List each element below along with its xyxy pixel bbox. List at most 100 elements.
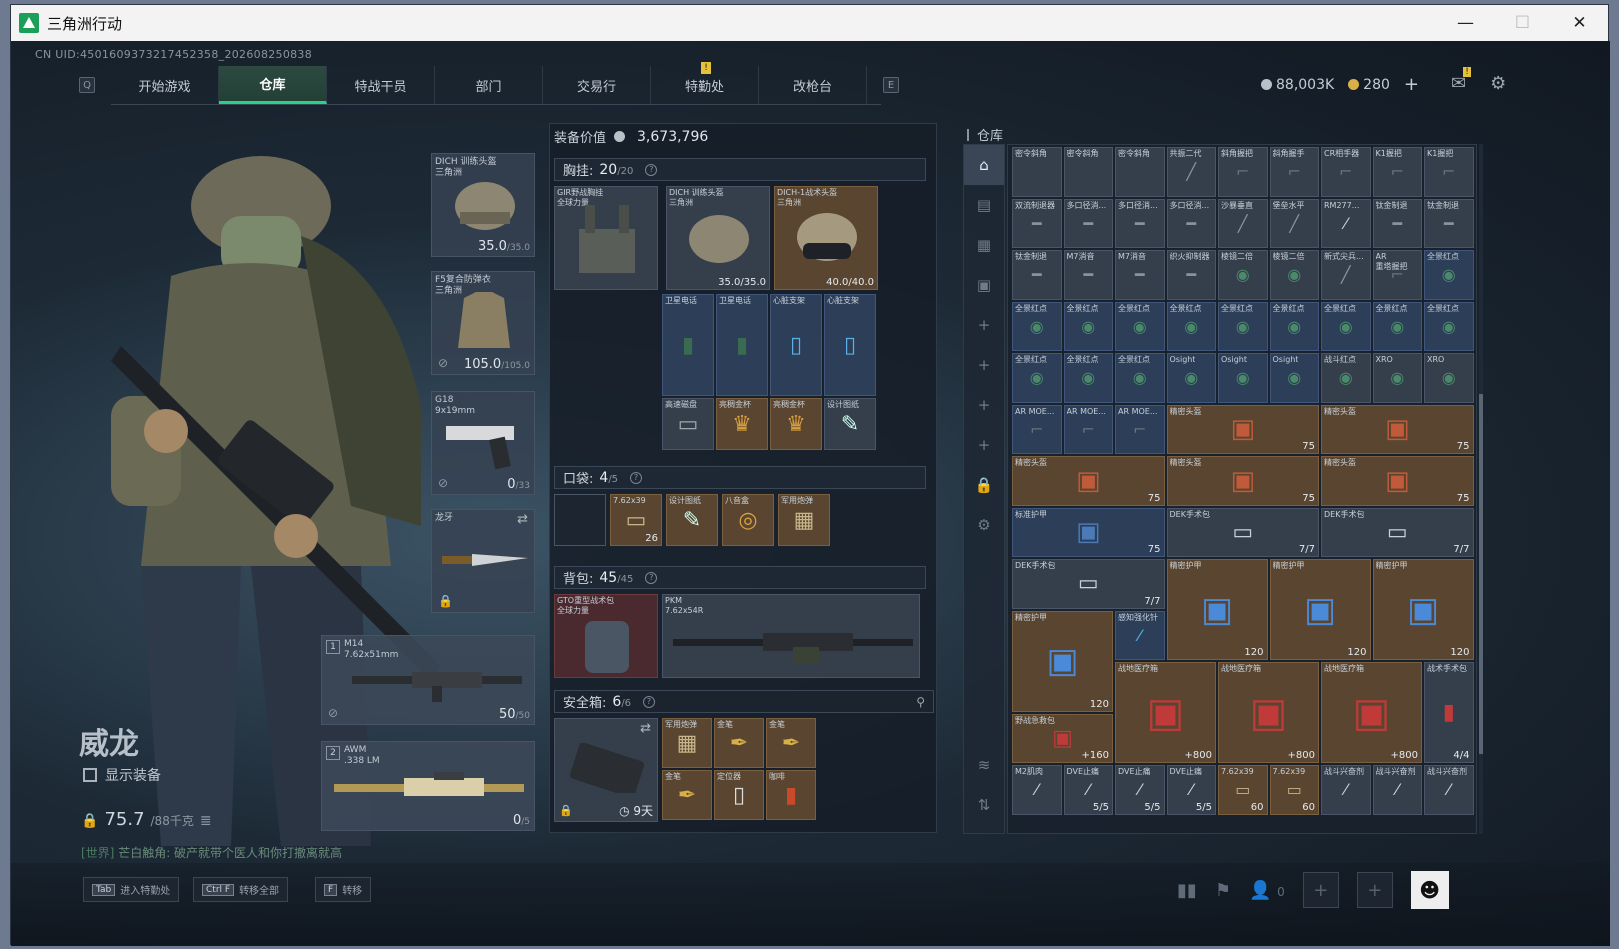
- safebox-header[interactable]: 安全箱: 6/6 ? ⚲: [554, 690, 934, 713]
- warehouse-item[interactable]: RM277... ⁄: [1321, 198, 1371, 248]
- tab-operators[interactable]: 特战干员: [327, 66, 435, 104]
- warehouse-item[interactable]: 全景红点 ◉: [1218, 301, 1268, 351]
- warehouse-item[interactable]: 全景红点 ◉: [1269, 301, 1319, 351]
- nav-prev-key[interactable]: Q: [79, 77, 95, 93]
- chest-rig-item[interactable]: GIR野战胸挂 全球力量: [554, 186, 658, 290]
- grid-icon[interactable]: ▦: [964, 225, 1004, 265]
- chest-sub-item[interactable]: 亮稠金杯 ♛: [716, 398, 768, 450]
- warehouse-item[interactable]: DVE止痛 ⁄ 5/5: [1115, 765, 1165, 815]
- pocket-header[interactable]: 口袋: 4/5 ?: [554, 466, 926, 489]
- warehouse-item[interactable]: 双流制退器 ━: [1012, 198, 1062, 248]
- chest-sub-item[interactable]: 高速磁盘 ▭: [662, 398, 714, 450]
- safebox-slot-item[interactable]: 金笔 ✒: [766, 718, 816, 768]
- warehouse-item[interactable]: K1握把 ⌐: [1372, 147, 1422, 197]
- backpack-header[interactable]: 背包: 45/45 ?: [554, 566, 926, 589]
- swap-icon[interactable]: ⇄: [517, 512, 528, 527]
- warehouse-item[interactable]: XRO ◉: [1424, 353, 1474, 403]
- help-icon[interactable]: ?: [643, 695, 656, 708]
- minimize-button[interactable]: —: [1437, 5, 1494, 41]
- warehouse-item[interactable]: 棱镜二倍 ◉: [1218, 250, 1268, 300]
- expand-plus-icon[interactable]: +: [964, 305, 1004, 345]
- warehouse-item[interactable]: 多口径消... ━: [1166, 198, 1216, 248]
- warehouse-item[interactable]: AR MOE... ⌐: [1012, 404, 1062, 454]
- warehouse-item[interactable]: AR MOE... ⌐: [1115, 404, 1165, 454]
- mail-icon[interactable]: ✉!: [1451, 67, 1471, 94]
- warehouse-item[interactable]: Osight ◉: [1269, 353, 1319, 403]
- precision-helmet-item[interactable]: 精密头盔 ▣ 75: [1321, 404, 1474, 454]
- warehouse-item[interactable]: 密令斜角: [1115, 147, 1165, 197]
- tab-special-ops[interactable]: 特勤处!: [651, 62, 759, 104]
- armor-slot[interactable]: F5复合防弹衣 三角洲 ⊘ 105.0/105.0: [431, 271, 535, 375]
- tab-start-game[interactable]: 开始游戏: [111, 66, 219, 104]
- safebox-slot-item[interactable]: 定位器 ▯: [714, 770, 764, 820]
- tab-warehouse[interactable]: 仓库: [219, 66, 327, 104]
- pocket-item[interactable]: 八音盒 ◎: [722, 494, 774, 546]
- chest-sub-item[interactable]: 亮稠金杯 ♛: [770, 398, 822, 450]
- pocket-item[interactable]: 军用炮弹 ▦: [778, 494, 830, 546]
- stats-icon[interactable]: ▮▮: [1177, 880, 1197, 901]
- pistol-slot[interactable]: G18 9x19mm ⊘ 0/33: [431, 391, 535, 495]
- warehouse-item[interactable]: 多口径消... ━: [1063, 198, 1113, 248]
- warehouse-item[interactable]: 战斗红点 ◉: [1321, 353, 1371, 403]
- safebox-slot-item[interactable]: 咖啡 ▮: [766, 770, 816, 820]
- flag-icon[interactable]: ⚑: [1215, 880, 1231, 901]
- warehouse-item[interactable]: 堡垒水平 ╱: [1269, 198, 1319, 248]
- helmet-item[interactable]: DICH-1战术头盔 三角洲 40.0/40.0: [774, 186, 878, 290]
- warehouse-item[interactable]: CR相手器 ⌐: [1321, 147, 1371, 197]
- warehouse-item[interactable]: AR MOE... ⌐: [1063, 404, 1113, 454]
- show-gear-checkbox[interactable]: [83, 768, 97, 782]
- help-icon[interactable]: ?: [645, 571, 658, 584]
- warehouse-item[interactable]: 钛金制退 ━: [1424, 198, 1474, 248]
- avatar[interactable]: ☻: [1410, 871, 1449, 909]
- precision-helmet-item[interactable]: 精密头盔 ▣ 75: [1166, 456, 1319, 506]
- warehouse-item[interactable]: 斜角握把 ⌐: [1218, 147, 1268, 197]
- medkit-item[interactable]: 战地医疗箱 ▣ +800: [1218, 662, 1319, 763]
- warehouse-item[interactable]: DVE止痛 ⁄ 5/5: [1166, 765, 1216, 815]
- safebox-item[interactable]: ⇄ 🔒 ◷ 9天: [554, 718, 658, 822]
- add-teammate-button[interactable]: +: [1302, 872, 1339, 908]
- list-icon[interactable]: ≣: [200, 813, 212, 829]
- expand-plus-icon[interactable]: +: [964, 425, 1004, 465]
- warehouse-item[interactable]: 7.62x39 ▭ 60: [1218, 765, 1268, 815]
- warehouse-item[interactable]: M7消音 ━: [1115, 250, 1165, 300]
- helmet-item[interactable]: DICH 训练头盔 三角洲 35.0/35.0: [666, 186, 770, 290]
- chest-sub-item[interactable]: 设计图纸 ✎: [824, 398, 876, 450]
- surgery-kit-item[interactable]: DEK手术包 ▭ 7/7: [1321, 507, 1474, 557]
- warehouse-item[interactable]: AR 重塔握把 ⌐: [1372, 250, 1422, 300]
- surgery-kit-item[interactable]: DEK手术包 ▭ 7/7: [1166, 507, 1319, 557]
- chat-line[interactable]: [世界] 芒白触角: 破产就带个医人和你打撤离就高: [81, 844, 342, 861]
- help-icon[interactable]: ?: [630, 471, 643, 484]
- add-teammate-button[interactable]: +: [1356, 872, 1393, 908]
- pocket-item[interactable]: [554, 494, 606, 546]
- safebox-slot-item[interactable]: 金笔 ✒: [662, 770, 712, 820]
- warehouse-item[interactable]: 战斗兴奋剂 ⁄: [1321, 765, 1371, 815]
- precision-armor-item[interactable]: 精密护甲 ▣ 120: [1012, 610, 1113, 712]
- warehouse-item[interactable]: 密令斜角: [1012, 147, 1062, 197]
- tactical-kit-item[interactable]: 战术手术包 ▮ 4/4: [1424, 662, 1474, 763]
- warehouse-item[interactable]: 全景红点 ◉: [1063, 301, 1113, 351]
- warehouse-item[interactable]: M2肌肉 ⁄: [1012, 765, 1062, 815]
- warehouse-item[interactable]: M7消音 ━: [1063, 250, 1113, 300]
- show-gear-toggle[interactable]: 显示装备: [83, 765, 161, 785]
- add-currency-button[interactable]: +: [1404, 74, 1419, 95]
- chest-sub-item[interactable]: 心脏支架 ▯: [824, 294, 876, 396]
- precision-armor-item[interactable]: 精密护甲 ▣ 120: [1269, 559, 1371, 660]
- surgery-kit-item[interactable]: DEK手术包 ▭ 7/7: [1012, 559, 1165, 609]
- help-icon[interactable]: ?: [645, 163, 658, 176]
- warehouse-item[interactable]: 钛金制退 ━: [1012, 250, 1062, 300]
- warehouse-item[interactable]: 全景红点 ◉: [1166, 301, 1216, 351]
- expand-plus-icon[interactable]: +: [964, 345, 1004, 385]
- safebox-slot-item[interactable]: 金笔 ✒: [714, 718, 764, 768]
- warehouse-item[interactable]: 全景红点 ◉: [1321, 301, 1371, 351]
- chest-sub-item[interactable]: 卫星电话 ▮: [662, 294, 714, 396]
- tab-department[interactable]: 部门: [435, 66, 543, 104]
- layers-icon[interactable]: ≋: [964, 745, 1004, 785]
- gear-icon[interactable]: ⚙: [964, 505, 1004, 545]
- expand-plus-icon[interactable]: +: [964, 385, 1004, 425]
- sort-icon[interactable]: ⇅: [964, 785, 1004, 825]
- tab-gunsmith[interactable]: 改枪台: [759, 66, 867, 104]
- helmet-slot[interactable]: DICH 训练头盔 三角洲 35.0/35.0: [431, 153, 535, 257]
- warehouse-item[interactable]: 钛金制退 ━: [1372, 198, 1422, 248]
- pocket-item[interactable]: 设计图纸 ✎: [666, 494, 718, 546]
- warehouse-item[interactable]: Osight ◉: [1166, 353, 1216, 403]
